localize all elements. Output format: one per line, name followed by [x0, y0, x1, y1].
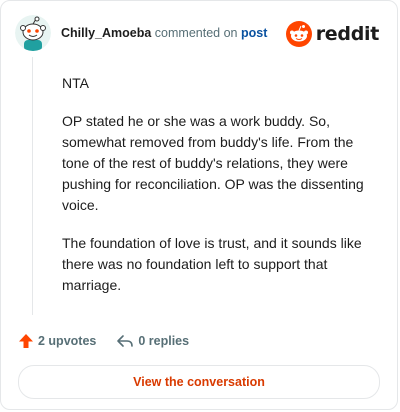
reddit-logo[interactable]: reddit: [285, 21, 380, 47]
reply-arrow-icon: [117, 335, 134, 347]
comment-meta: 2 upvotes 0 replies: [18, 331, 380, 351]
username-link[interactable]: Chilly_Amoeba: [61, 26, 151, 40]
upvote-arrow-icon: [19, 334, 33, 348]
replies-label: 0 replies: [138, 334, 190, 348]
reddit-snoo-icon: [285, 21, 312, 47]
comment-header: Chilly_Amoeba commented on post reddit: [15, 15, 383, 55]
comment-paragraph: The foundation of love is trust, and it …: [62, 235, 362, 293]
comment-body: NTA OP stated he or she was a work buddy…: [62, 73, 380, 313]
commented-on-label: commented on: [154, 26, 238, 40]
thread-line: [32, 57, 33, 315]
reddit-wordmark: reddit: [315, 23, 380, 45]
view-conversation-button[interactable]: View the conversation: [18, 365, 380, 399]
upvotes-label: 2 upvotes: [38, 334, 97, 348]
comment-paragraph: OP stated he or she was a work buddy. So…: [62, 113, 364, 213]
comment-embed-card: Chilly_Amoeba commented on post reddit N…: [0, 0, 398, 410]
comment-paragraph: NTA: [62, 75, 89, 91]
byline: Chilly_Amoeba commented on post: [61, 26, 267, 40]
replies-count[interactable]: 0 replies: [116, 333, 189, 349]
snoo-avatar-icon: [15, 15, 51, 51]
post-link[interactable]: post: [241, 26, 267, 40]
avatar[interactable]: [15, 15, 51, 51]
upvotes-count[interactable]: 2 upvotes: [18, 333, 96, 349]
